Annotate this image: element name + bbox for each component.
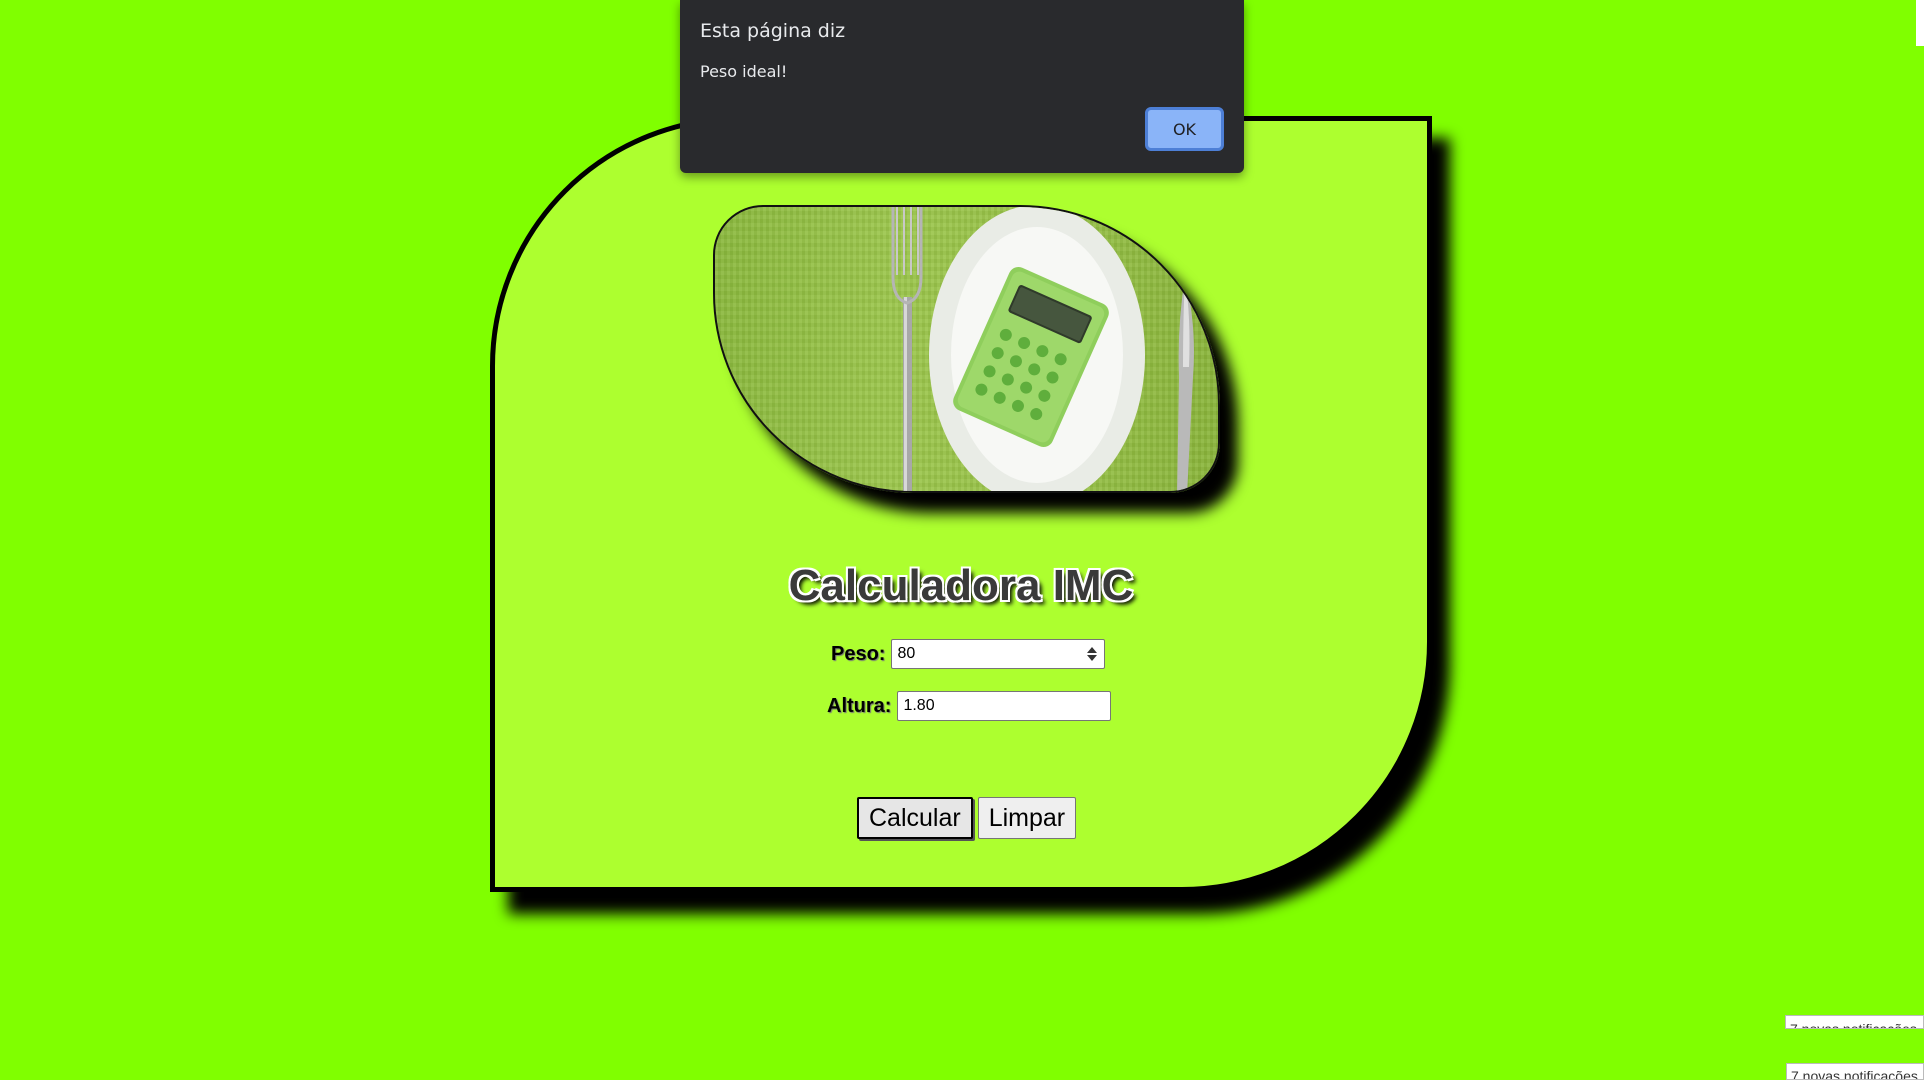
peso-label: Peso: xyxy=(831,642,886,665)
scrollbar-edge xyxy=(1916,0,1924,46)
action-buttons: Calcular Limpar xyxy=(857,797,1077,839)
calcular-button[interactable]: Calcular xyxy=(857,797,973,839)
peso-row: Peso: 80 xyxy=(831,639,1106,669)
dialog-message: Peso ideal! xyxy=(700,62,788,81)
hero-image-plate-calculator xyxy=(713,205,1220,493)
limpar-button[interactable]: Limpar xyxy=(977,797,1077,839)
dialog-ok-button[interactable]: OK xyxy=(1145,107,1224,151)
altura-row: Altura: 1.80 xyxy=(827,691,1112,721)
plate-calculator-illustration xyxy=(715,207,1218,491)
peso-input[interactable]: 80 xyxy=(891,639,1106,669)
altura-value: 1.80 xyxy=(903,697,935,714)
notification-toast[interactable]: 7 novas notificações xyxy=(1785,1015,1924,1029)
notification-toast[interactable]: 7 novas notificações xyxy=(1786,1063,1924,1080)
alert-dialog: Esta página diz Peso ideal! OK xyxy=(680,0,1244,173)
imc-card: Calculadora IMC Peso: 80 Altura: 1.80 Ca… xyxy=(490,116,1432,892)
dialog-title: Esta página diz xyxy=(700,20,846,42)
altura-label: Altura: xyxy=(827,694,892,717)
number-spinner-icon[interactable] xyxy=(1086,645,1098,663)
page-title: Calculadora IMC xyxy=(788,561,1134,610)
altura-input[interactable]: 1.80 xyxy=(897,691,1112,721)
peso-value: 80 xyxy=(897,645,916,662)
page: Calculadora IMC Peso: 80 Altura: 1.80 Ca… xyxy=(0,0,1924,1080)
